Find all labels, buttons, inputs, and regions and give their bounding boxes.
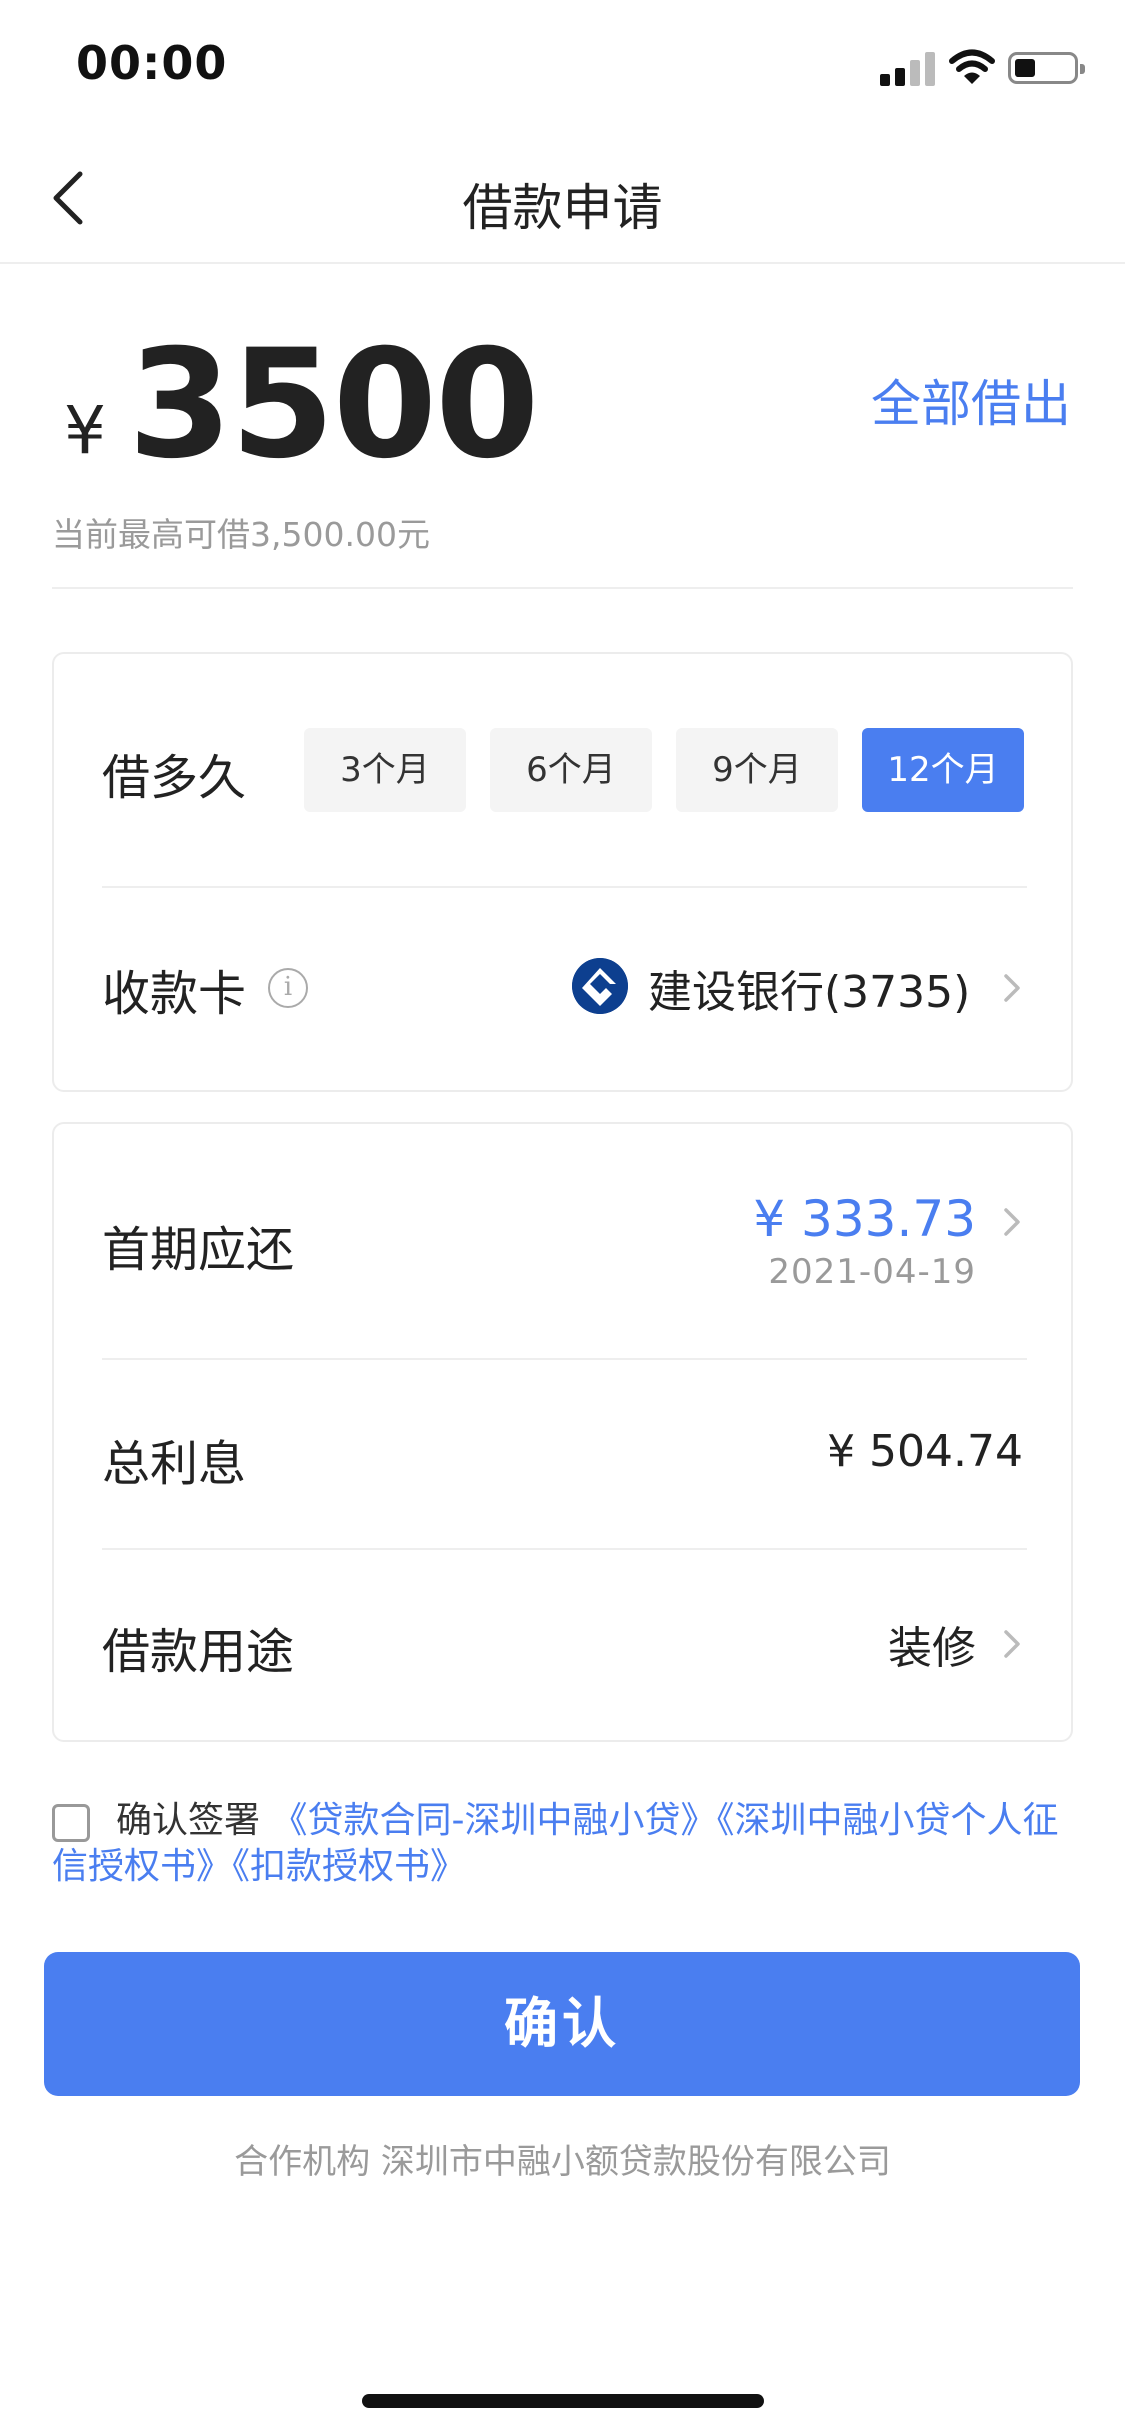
loan-amount[interactable]: 3500 — [128, 318, 539, 492]
nav-bar: 借款申请 — [0, 132, 1125, 264]
total-interest-value: ¥ 504.74 — [827, 1426, 1023, 1477]
deduction-authorization-link[interactable]: 《扣款授权书》 — [232, 1846, 466, 1887]
chevron-right-icon[interactable] — [998, 1204, 1026, 1240]
status-time: 00:00 — [76, 36, 228, 90]
loan-contract-link[interactable]: 《贷款合同-深圳中融小贷》 — [271, 1800, 716, 1841]
page-title: 借款申请 — [462, 179, 663, 237]
borrow-all-link[interactable]: 全部借出 — [871, 364, 1071, 436]
divider — [102, 1548, 1027, 1550]
chevron-right-icon[interactable] — [998, 970, 1026, 1006]
divider — [102, 1358, 1027, 1360]
first-payment-label: 首期应还 — [102, 1222, 295, 1278]
repayment-card: 首期应还 ¥ 333.73 2021-04-19 总利息 ¥ 504.74 借款… — [52, 1122, 1073, 1742]
agreement-prefix: 确认签署 — [116, 1800, 272, 1841]
bank-logo-icon — [572, 958, 628, 1014]
agreement-text: 确认签署 《贷款合同-深圳中融小贷》《深圳中融小贷个人征信授权书》《扣款授权书》 — [52, 1798, 1082, 1890]
divider — [102, 886, 1027, 888]
confirm-button[interactable]: 确认 — [44, 1952, 1080, 2096]
max-borrow-note: 当前最高可借3,500.00元 — [52, 515, 430, 554]
total-interest-label: 总利息 — [102, 1436, 247, 1492]
loan-purpose-value[interactable]: 装修 — [888, 1612, 976, 1676]
bank-account[interactable]: 建设银行(3735) — [648, 956, 970, 1020]
status-bar: 00:00 — [0, 0, 1125, 132]
receiving-card-label: 收款卡 — [102, 966, 247, 1022]
info-icon[interactable]: i — [268, 968, 308, 1008]
term-label: 借多久 — [102, 750, 247, 806]
first-payment-amount[interactable]: ¥ 333.73 — [753, 1190, 976, 1248]
signal-icon — [880, 52, 936, 86]
loan-purpose-label: 借款用途 — [102, 1624, 295, 1680]
term-option-9[interactable]: 9个月 — [676, 728, 838, 812]
first-payment-date: 2021-04-19 — [768, 1252, 976, 1292]
home-indicator[interactable] — [362, 2394, 764, 2408]
term-option-3[interactable]: 3个月 — [304, 728, 466, 812]
term-option-12[interactable]: 12个月 — [862, 728, 1024, 812]
partner-institution: 合作机构 深圳市中融小额贷款股份有限公司 — [234, 2142, 891, 2182]
battery-icon — [1008, 52, 1085, 84]
currency-sign: ¥ — [64, 392, 106, 469]
term-option-6[interactable]: 6个月 — [490, 728, 652, 812]
loan-settings-card: 借多久 3个月 6个月 9个月 12个月 收款卡 i 建设银行(3735) — [52, 652, 1073, 1092]
divider — [52, 587, 1073, 589]
wifi-icon — [949, 49, 995, 84]
chevron-right-icon[interactable] — [998, 1626, 1026, 1662]
